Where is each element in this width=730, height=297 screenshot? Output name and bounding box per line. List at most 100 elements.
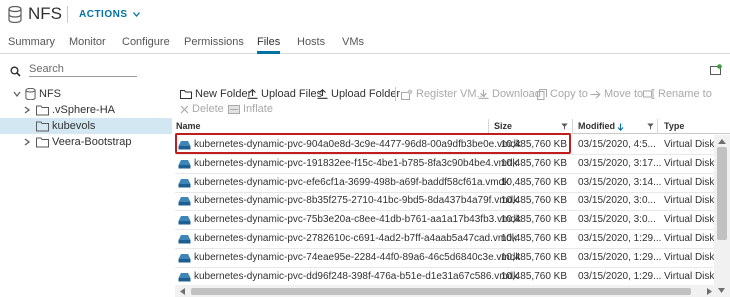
file-modified: 03/15/2020, 1:29... bbox=[578, 251, 662, 263]
column-divider[interactable] bbox=[572, 119, 573, 134]
horizontal-scroll-thumb[interactable] bbox=[191, 288, 691, 295]
tab-vms[interactable]: VMs bbox=[342, 36, 364, 48]
search-input[interactable] bbox=[29, 62, 137, 77]
new-folder-icon[interactable] bbox=[710, 64, 722, 75]
scroll-right-icon[interactable] bbox=[707, 288, 713, 295]
upload-files-button[interactable]: Upload Files bbox=[247, 88, 322, 100]
vertical-scroll-thumb[interactable] bbox=[717, 147, 727, 240]
table-row[interactable]: kubernetes-dynamic-pvc-8b35f275-2710-41b… bbox=[175, 191, 716, 212]
folder-tree: NFS .vSphere-HA kubevols Veera-Bootstrap bbox=[0, 85, 172, 297]
virtual-disk-icon bbox=[178, 253, 191, 263]
scroll-down-icon[interactable] bbox=[718, 288, 725, 294]
table-row[interactable]: kubernetes-dynamic-pvc-2782610c-c691-4ad… bbox=[175, 229, 716, 249]
vertical-scrollbar[interactable] bbox=[714, 135, 730, 285]
column-divider[interactable] bbox=[657, 119, 658, 134]
file-modified: 03/15/2020, 3:0... bbox=[578, 195, 656, 207]
upload-folder-button[interactable]: Upload Folder bbox=[317, 88, 400, 100]
tree-root-label: NFS bbox=[39, 88, 61, 100]
chevron-down-icon[interactable] bbox=[13, 90, 21, 98]
object-header: NFS ACTIONS bbox=[0, 0, 730, 30]
file-size: 10,485,760 KB bbox=[500, 251, 567, 263]
file-modified: 03/15/2020, 3:14... bbox=[578, 176, 662, 188]
file-name: kubernetes-dynamic-pvc-74eae95e-2284-44f… bbox=[194, 251, 521, 263]
tab-bar: Summary Monitor Configure Permissions Fi… bbox=[0, 30, 730, 54]
file-name: kubernetes-dynamic-pvc-dd96f248-398f-476… bbox=[194, 270, 519, 282]
filter-icon[interactable] bbox=[647, 123, 654, 130]
tab-summary[interactable]: Summary bbox=[8, 36, 55, 48]
chevron-right-icon[interactable] bbox=[23, 138, 31, 146]
tab-files[interactable]: Files bbox=[257, 36, 280, 48]
tree-root-nfs[interactable]: NFS bbox=[0, 86, 172, 102]
inflate-label: Inflate bbox=[243, 103, 273, 115]
tab-permissions[interactable]: Permissions bbox=[184, 36, 244, 48]
tab-hosts[interactable]: Hosts bbox=[297, 36, 325, 48]
folder-icon bbox=[36, 105, 49, 116]
file-size: 10,485,760 KB bbox=[500, 214, 567, 226]
actions-menu-button[interactable]: ACTIONS bbox=[79, 9, 140, 20]
tab-monitor[interactable]: Monitor bbox=[69, 36, 106, 48]
tree-item-label: .vSphere-HA bbox=[52, 104, 115, 116]
tree-item-kubevols[interactable]: kubevols bbox=[0, 118, 172, 134]
inflate-button[interactable]: Inflate bbox=[228, 103, 273, 115]
column-divider[interactable] bbox=[488, 119, 489, 134]
tree-item-vsphere-ha[interactable]: .vSphere-HA bbox=[0, 102, 172, 118]
column-header-size[interactable]: Size bbox=[494, 121, 512, 131]
file-type: Virtual Disk bbox=[664, 270, 715, 282]
file-name: kubernetes-dynamic-pvc-8b35f275-2710-41b… bbox=[194, 195, 519, 207]
file-modified: 03/15/2020, 4:5... bbox=[578, 139, 656, 150]
scroll-left-icon[interactable] bbox=[179, 288, 185, 295]
file-size: 10,485,760 KB bbox=[500, 233, 567, 244]
download-button[interactable]: Download bbox=[478, 88, 541, 100]
folder-icon bbox=[36, 121, 49, 132]
file-size: 10,485,760 KB bbox=[500, 270, 567, 282]
chevron-right-icon[interactable] bbox=[23, 106, 31, 114]
rename-to-button[interactable]: Rename to bbox=[643, 88, 712, 100]
move-to-button[interactable]: Move to bbox=[590, 88, 643, 100]
rename-to-label: Rename to bbox=[658, 88, 712, 100]
file-type: Virtual Disk bbox=[664, 214, 715, 226]
virtual-disk-icon bbox=[178, 272, 191, 282]
tab-configure[interactable]: Configure bbox=[122, 36, 170, 48]
datastore-icon bbox=[8, 6, 22, 23]
close-icon bbox=[180, 105, 189, 114]
move-to-label: Move to bbox=[604, 88, 644, 100]
delete-label: Delete bbox=[192, 103, 224, 115]
scroll-up-icon[interactable] bbox=[718, 138, 726, 144]
file-size: 10,485,760 KB bbox=[500, 195, 567, 207]
copy-to-button[interactable]: Copy to bbox=[537, 88, 588, 100]
table-row[interactable]: kubernetes-dynamic-pvc-efe6cf1a-3699-498… bbox=[175, 173, 716, 193]
highlight-box bbox=[175, 133, 571, 154]
file-type: Virtual Disk bbox=[664, 157, 715, 169]
page-title: NFS bbox=[28, 4, 62, 23]
file-modified: 03/15/2020, 3:0... bbox=[578, 214, 656, 226]
table-row[interactable]: kubernetes-dynamic-pvc-191832ee-f15c-4be… bbox=[175, 154, 716, 174]
upload-icon bbox=[247, 89, 258, 99]
file-modified: 03/15/2020, 3:17... bbox=[578, 157, 662, 169]
horizontal-scrollbar[interactable] bbox=[175, 285, 730, 297]
column-header-modified-label: Modified bbox=[578, 121, 615, 131]
new-folder-button[interactable]: New Folder bbox=[180, 88, 251, 100]
filter-icon[interactable] bbox=[561, 123, 568, 130]
new-folder-icon bbox=[180, 90, 192, 100]
file-type: Virtual Disk bbox=[664, 176, 715, 188]
virtual-disk-icon bbox=[178, 216, 191, 225]
copy-icon bbox=[537, 88, 547, 100]
virtual-disk-icon bbox=[178, 197, 191, 206]
table-row[interactable]: kubernetes-dynamic-pvc-75b3e20a-c8ee-41d… bbox=[175, 210, 716, 231]
register-vm-button[interactable]: Register VM... bbox=[401, 88, 486, 100]
tree-item-veera-bootstrap[interactable]: Veera-Bootstrap bbox=[0, 134, 172, 150]
table-row[interactable]: kubernetes-dynamic-pvc-dd96f248-398f-476… bbox=[175, 267, 716, 287]
download-label: Download bbox=[492, 88, 541, 100]
column-header-type[interactable]: Type bbox=[664, 121, 684, 131]
virtual-disk-icon bbox=[178, 178, 191, 188]
datastore-icon bbox=[25, 88, 36, 100]
tree-item-label: Veera-Bootstrap bbox=[52, 136, 132, 148]
file-size: 10,485,760 KB bbox=[500, 157, 567, 169]
file-modified: 03/15/2020, 1:29... bbox=[578, 233, 662, 244]
column-header-name[interactable]: Name bbox=[176, 121, 201, 131]
delete-button[interactable]: Delete bbox=[180, 103, 224, 115]
files-grid: Name Size Modified Type kubernetes-dynam… bbox=[175, 119, 730, 297]
table-row[interactable]: kubernetes-dynamic-pvc-74eae95e-2284-44f… bbox=[175, 248, 716, 268]
file-modified: 03/15/2020, 1:29... bbox=[578, 270, 662, 282]
column-header-modified[interactable]: Modified bbox=[578, 121, 624, 131]
